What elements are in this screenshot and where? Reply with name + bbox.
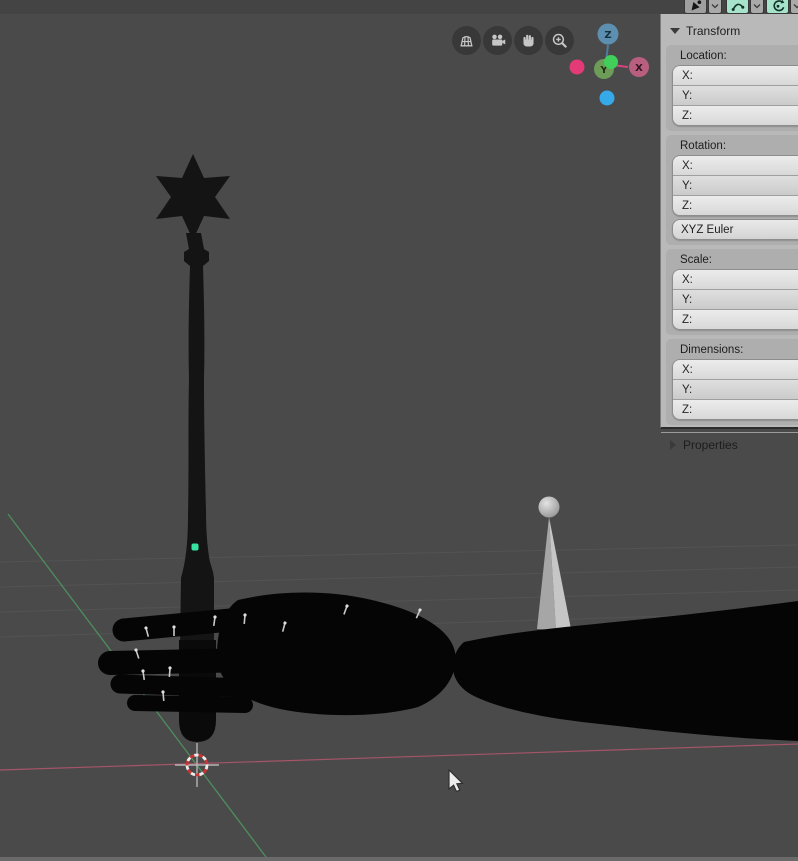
- location-y-field[interactable]: Y:: [673, 85, 798, 105]
- neg-x-axis-handle[interactable]: [569, 59, 585, 75]
- camera-icon: [492, 34, 506, 46]
- neg-z-axis-handle[interactable]: [599, 90, 615, 106]
- location-y-label: Y:: [682, 89, 693, 102]
- location-z-label: Z:: [682, 109, 693, 122]
- dimensions-z-field[interactable]: Z:: [673, 399, 798, 419]
- dimensions-x-label: X:: [682, 363, 693, 376]
- location-z-field[interactable]: Z:0.: [673, 105, 798, 125]
- chevron-down-icon[interactable]: [708, 0, 722, 14]
- editor-divider-strip[interactable]: [0, 857, 798, 861]
- location-x-field[interactable]: X:: [673, 66, 798, 85]
- scale-section: Scale: X: Y: Z:: [666, 249, 798, 335]
- rotation-y-field[interactable]: Y:: [673, 175, 798, 195]
- pan-view-button[interactable]: [514, 26, 543, 55]
- expand-triangle-icon: [670, 439, 676, 450]
- z-axis-handle[interactable]: Z: [597, 23, 619, 45]
- dimensions-section: Dimensions: X: Y: Z:: [666, 339, 798, 425]
- sphere-marker[interactable]: [538, 496, 560, 518]
- rotate-snap-toggle-button[interactable]: [766, 0, 798, 14]
- rotation-x-field[interactable]: X:: [673, 156, 798, 175]
- properties-label: Properties: [683, 437, 738, 452]
- rotation-section: Rotation: X: Y: Z: XYZ Euler: [666, 135, 798, 245]
- rotation-x-label: X:: [682, 159, 693, 172]
- snap-curve-icon[interactable]: [726, 0, 749, 14]
- scale-label: Scale:: [680, 254, 712, 266]
- dimensions-label: Dimensions:: [680, 344, 744, 356]
- chevron-down-icon[interactable]: [750, 0, 764, 14]
- axis-navigation-gizmo: Z Y X: [569, 23, 649, 106]
- manipulator-toggle-button[interactable]: [684, 0, 722, 14]
- 3d-cursor: [175, 743, 219, 787]
- wand-shaft[interactable]: [180, 233, 214, 648]
- camera-view-button[interactable]: [483, 26, 512, 55]
- dimensions-y-field[interactable]: Y:: [673, 379, 798, 399]
- location-label: Location:: [680, 50, 727, 62]
- x-axis-handle[interactable]: X: [629, 57, 649, 77]
- location-x-label: X:: [682, 69, 693, 82]
- hand-icon: [523, 34, 534, 47]
- rotate-snap-icon[interactable]: [766, 0, 789, 14]
- origin-point-dot: [191, 543, 199, 551]
- scale-x-field[interactable]: X:: [673, 270, 798, 289]
- z-axis-label: Z: [604, 30, 611, 41]
- mouse-cursor-arrow: [448, 769, 464, 793]
- panel-title: Transform: [686, 24, 741, 38]
- scale-y-label: Y:: [682, 293, 693, 306]
- scale-x-label: X:: [682, 273, 693, 286]
- scale-z-label: Z:: [682, 313, 693, 326]
- dimensions-x-field[interactable]: X:: [673, 360, 798, 379]
- rotation-mode-value: XYZ Euler: [681, 223, 734, 236]
- collapse-triangle-icon: [670, 28, 680, 34]
- y-axis-ball[interactable]: [604, 55, 618, 69]
- properties-panel-header[interactable]: Properties: [661, 432, 798, 456]
- star-topper[interactable]: [156, 154, 230, 240]
- dimensions-z-label: Z:: [682, 403, 693, 416]
- rotation-z-label: Z:: [682, 199, 693, 212]
- forearm[interactable]: [453, 601, 798, 741]
- grid-axis-x-pink: [0, 743, 798, 771]
- rotation-y-label: Y:: [682, 179, 693, 192]
- blender-3d-viewport: Z Y X Transform Location: X: Y: Z: Rotat…: [0, 0, 798, 861]
- snap-toggle-button[interactable]: [726, 0, 764, 14]
- transform-panel: Transform Location: X: Y: Z:0. Rotation:…: [660, 14, 798, 452]
- x-axis-label: X: [635, 63, 643, 74]
- scale-y-field[interactable]: Y:: [673, 289, 798, 309]
- location-section: Location: X: Y: Z:0.: [666, 45, 798, 131]
- rotation-z-field[interactable]: Z:: [673, 195, 798, 215]
- scale-z-field[interactable]: Z:: [673, 309, 798, 329]
- orbit-dome-button[interactable]: [452, 26, 481, 55]
- orbit-dome-icon: [460, 35, 473, 47]
- transform-panel-header[interactable]: Transform: [661, 20, 798, 42]
- dimensions-y-label: Y:: [682, 383, 693, 396]
- finger-pinky[interactable]: [127, 695, 253, 713]
- rotation-mode-dropdown[interactable]: XYZ Euler: [672, 219, 798, 240]
- rotation-label: Rotation:: [680, 140, 727, 152]
- manipulator-widget-icon[interactable]: [684, 0, 707, 14]
- cone-with-sphere-marker[interactable]: [537, 496, 571, 631]
- chevron-down-icon[interactable]: [790, 0, 798, 14]
